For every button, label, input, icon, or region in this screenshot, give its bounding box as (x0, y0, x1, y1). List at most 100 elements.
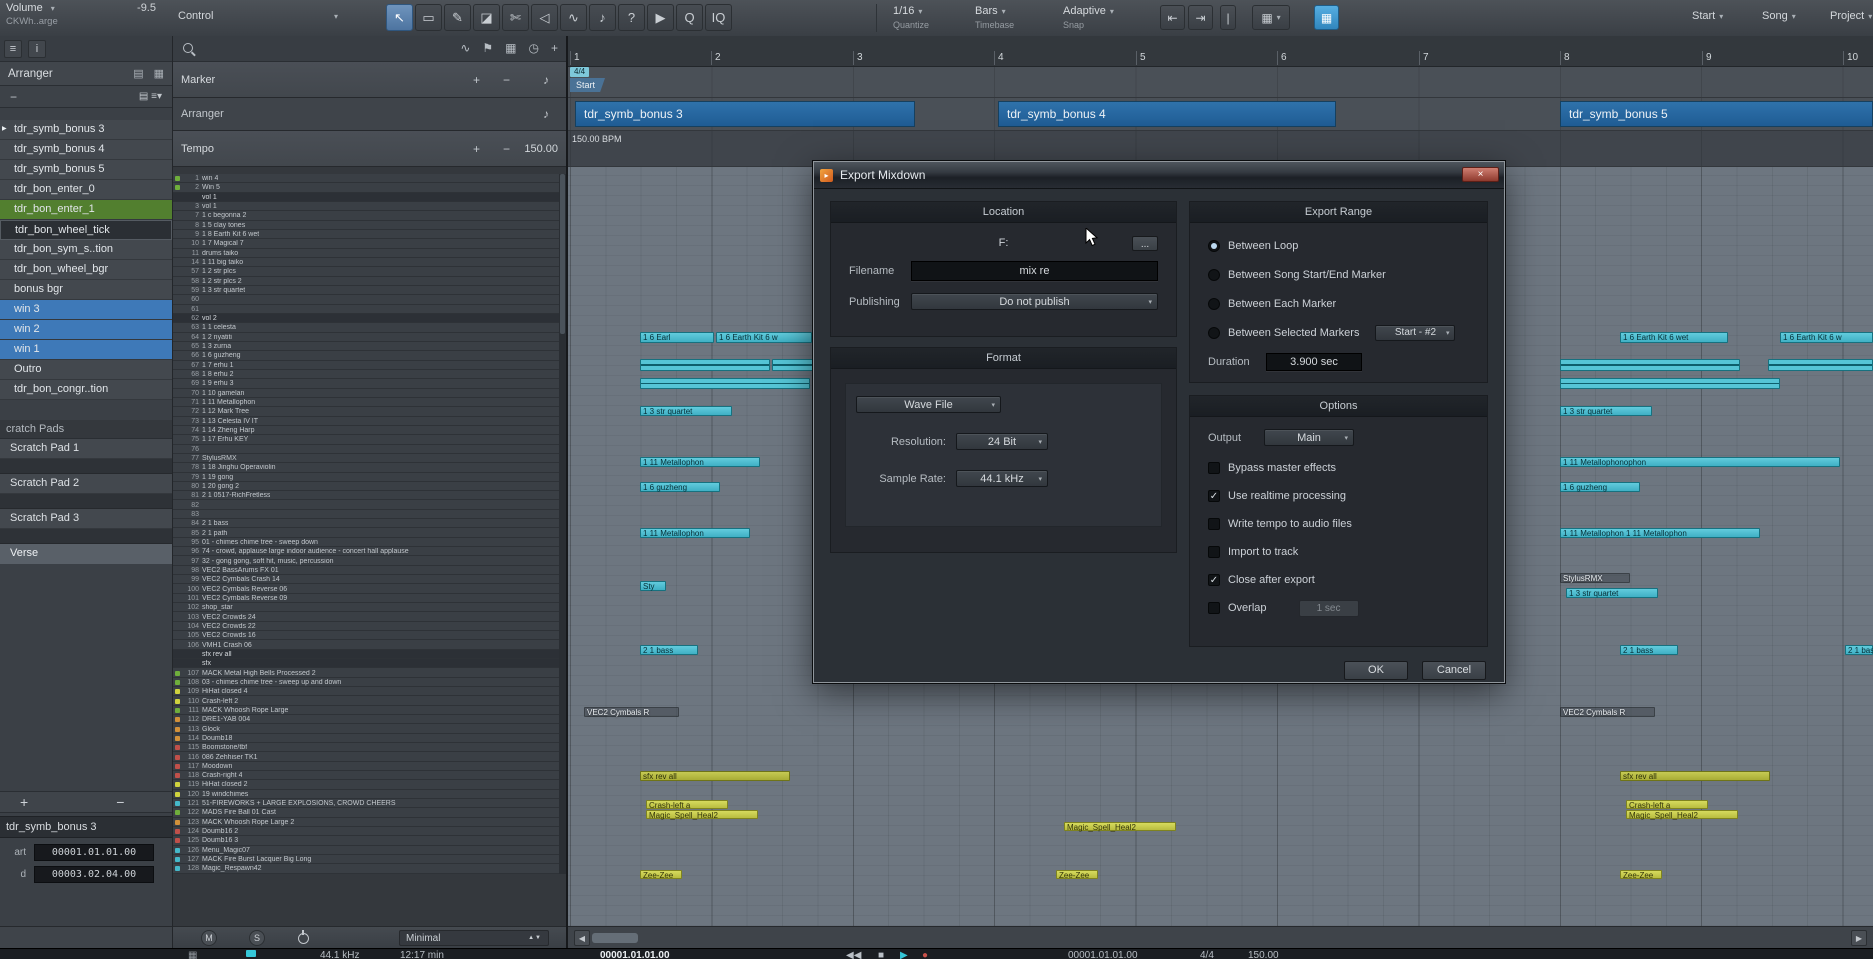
radio-button[interactable] (1208, 327, 1220, 339)
tempo-value[interactable]: 150.00 (524, 143, 558, 155)
tempo-remove-icon[interactable]: − (503, 142, 510, 156)
track-row[interactable]: sfx (173, 659, 566, 668)
cancel-button[interactable]: Cancel (1422, 661, 1486, 680)
arranger-section-item[interactable]: bonus bgr (0, 280, 172, 300)
track-row[interactable]: 103 VEC2 Crowds 24 (173, 612, 566, 621)
checkbox[interactable] (1208, 490, 1220, 502)
samplerate-dropdown[interactable]: 44.1 kHz ▾ (956, 470, 1048, 487)
ok-button[interactable]: OK (1344, 661, 1408, 680)
arranger-section-item[interactable]: tdr_bon_wheel_bgr (0, 260, 172, 280)
track-row[interactable]: 83 (173, 510, 566, 519)
end-time-value[interactable]: 00003.02.04.00 (34, 866, 154, 883)
param-display[interactable]: Volume ▾ -9.5 CKWh..arge (6, 2, 156, 34)
track-row[interactable]: 104 VEC2 Crowds 22 (173, 622, 566, 631)
mute-all-button[interactable]: M (201, 930, 217, 946)
audio-clip[interactable]: 1 11 Metallophon (640, 457, 760, 467)
track-row[interactable]: 8 1 5 clay tones (173, 221, 566, 230)
marker-range-dropdown[interactable]: Start - #2▾ (1375, 325, 1455, 341)
arranger-music-icon[interactable]: ♪ (543, 107, 549, 121)
audio-clip[interactable]: VEC2 Cymbals R (1560, 707, 1655, 717)
track-row[interactable]: 105 VEC2 Crowds 16 (173, 631, 566, 640)
arranger-section-item[interactable]: tdr_bon_wheel_tick (0, 220, 172, 240)
audio-clip[interactable]: Magic_Spell_Heal2 (646, 810, 758, 819)
track-row[interactable]: 101 VEC2 Cymbals Reverse 09 (173, 594, 566, 603)
option-checkbox-row[interactable]: Import to track (1190, 538, 1487, 566)
checkbox[interactable] (1208, 602, 1220, 614)
track-row[interactable]: 120 19 windchimes (173, 790, 566, 799)
audio-clip[interactable] (640, 359, 770, 371)
track-row[interactable]: 98 VEC2 BassArums FX 01 (173, 566, 566, 575)
track-row[interactable]: 118 Crash-right 4 (173, 771, 566, 780)
track-row[interactable]: 59 1 3 str quartet (173, 286, 566, 295)
track-row[interactable]: 66 1 6 guzheng (173, 351, 566, 360)
track-row[interactable]: 121 51-FIREWORKS + LARGE EXPLOSIONS, CRO… (173, 799, 566, 808)
quantize-dropdown[interactable]: 1/16▾ Quantize (893, 3, 965, 30)
track-row[interactable]: 58 1 2 str plcs 2 (173, 277, 566, 286)
track-view-button[interactable]: ▦ (1314, 5, 1339, 30)
grid-icon[interactable]: ▦ (188, 950, 197, 959)
track-row[interactable]: 128 Magic_Respawn42 (173, 864, 566, 873)
audio-clip[interactable]: Sty (640, 581, 666, 591)
track-row[interactable]: 111 MACK Whoosh Rope Large (173, 706, 566, 715)
arranger-section-item[interactable]: tdr_symb_bonus 4 (0, 140, 172, 160)
track-row[interactable]: 77 StylusRMX (173, 454, 566, 463)
track-row[interactable]: 127 MACK Fire Burst Lacquer Big Long (173, 855, 566, 864)
track-row[interactable]: 70 1 10 gamelan (173, 389, 566, 398)
track-row[interactable]: 126 Menu_Magic07 (173, 846, 566, 855)
track-row[interactable]: 115 Boomstone/tbf (173, 743, 566, 752)
timeline-ruler[interactable]: 1 2 3 4 5 6 7 8 9 10 (568, 36, 1873, 67)
power-icon[interactable] (298, 933, 309, 944)
track-row[interactable]: 9 1 8 Earth Kit 6 wet (173, 230, 566, 239)
track-row[interactable]: 116 086 Zehhiser TK1 (173, 752, 566, 761)
clock-icon[interactable]: ◷ (529, 41, 539, 55)
scratch-pad-preview[interactable] (0, 459, 172, 474)
audio-clip[interactable]: 1 3 str quartet (1560, 406, 1652, 416)
track-row[interactable]: 110 Crash-left 2 (173, 696, 566, 705)
export-range-option[interactable]: Between Song Start/End Marker ▾ (1190, 260, 1487, 289)
split-view-button[interactable]: | (1220, 5, 1236, 30)
export-range-option[interactable]: Between Loop ▾ (1190, 231, 1487, 260)
tempo-add-icon[interactable]: + (473, 142, 480, 156)
mute-tool[interactable]: ◁ (531, 4, 558, 31)
track-row[interactable]: 108 03 - chimes chime tree - sweep up an… (173, 678, 566, 687)
track-row[interactable]: 68 1 8 erhu 2 (173, 370, 566, 379)
track-row[interactable]: 122 MADS Fire Ball 01 Cast (173, 808, 566, 817)
song-page-button[interactable]: Song▾ (1762, 10, 1796, 22)
audio-clip[interactable]: 1 6 Earl (640, 332, 714, 343)
audio-clip[interactable]: Crash-left a (1626, 800, 1708, 809)
arranger-section-item[interactable]: Outro (0, 360, 172, 380)
audio-clip[interactable]: VEC2 Cymbals R (584, 707, 679, 717)
track-row[interactable]: 72 1 12 Mark Tree (173, 407, 566, 416)
tempo-lane-header[interactable]: Tempo + − 150.00 (173, 131, 566, 167)
bend-tool[interactable]: ∿ (560, 4, 587, 31)
track-row[interactable]: 102 shop_star (173, 603, 566, 612)
audio-clip[interactable]: Magic_Spell_Heal2 (1626, 810, 1738, 819)
track-row[interactable]: 7 1 c begonna 2 (173, 211, 566, 220)
autoscroll-right-button[interactable]: ⇥ (1188, 5, 1213, 30)
timebase-dropdown[interactable]: Bars▾ Timebase (975, 3, 1053, 30)
arranger-section[interactable]: tdr_symb_bonus 4 (998, 101, 1336, 127)
track-row[interactable]: 71 1 11 Metallophon (173, 398, 566, 407)
track-row[interactable]: 107 MACK Metal High Bells Processed 2 (173, 668, 566, 677)
checkbox[interactable] (1208, 574, 1220, 586)
eraser-tool[interactable]: ◪ (473, 4, 500, 31)
track-row[interactable]: 95 01 - chimes chime tree - sweep down (173, 538, 566, 547)
arranger-section-item[interactable]: tdr_symb_bonus 5 (0, 160, 172, 180)
project-page-button[interactable]: Project▾ (1830, 10, 1872, 22)
arranger-section[interactable]: tdr_symb_bonus 5 (1560, 101, 1873, 127)
track-row[interactable]: 1 win 4 (173, 174, 566, 183)
scratch-pad-item[interactable]: Scratch Pad 2 (0, 474, 172, 494)
track-row[interactable]: 78 1 18 Jinghu Operaviolin (173, 463, 566, 472)
remove-marker-icon[interactable]: − (503, 73, 510, 87)
scratch-pad-item[interactable]: Scratch Pad 3 (0, 509, 172, 529)
audio-clip[interactable]: StylusRMX (1560, 573, 1630, 583)
option-checkbox-row[interactable]: Bypass master effects (1190, 454, 1487, 482)
arranger-section-item[interactable]: tdr_bon_sym_s..tion (0, 240, 172, 260)
solo-all-button[interactable]: S (249, 930, 265, 946)
arranger-lane[interactable]: tdr_symb_bonus 3 tdr_symb_bonus 4 tdr_sy… (568, 98, 1873, 131)
audio-clip[interactable]: Zee-Zee (1056, 870, 1098, 879)
scratch-pad-item[interactable]: Scratch Pad 1 (0, 439, 172, 459)
checkbox[interactable] (1208, 518, 1220, 530)
track-row[interactable]: 100 VEC2 Cymbals Reverse 06 (173, 584, 566, 593)
options-icon[interactable]: ▤ ≡▾ (139, 91, 162, 102)
